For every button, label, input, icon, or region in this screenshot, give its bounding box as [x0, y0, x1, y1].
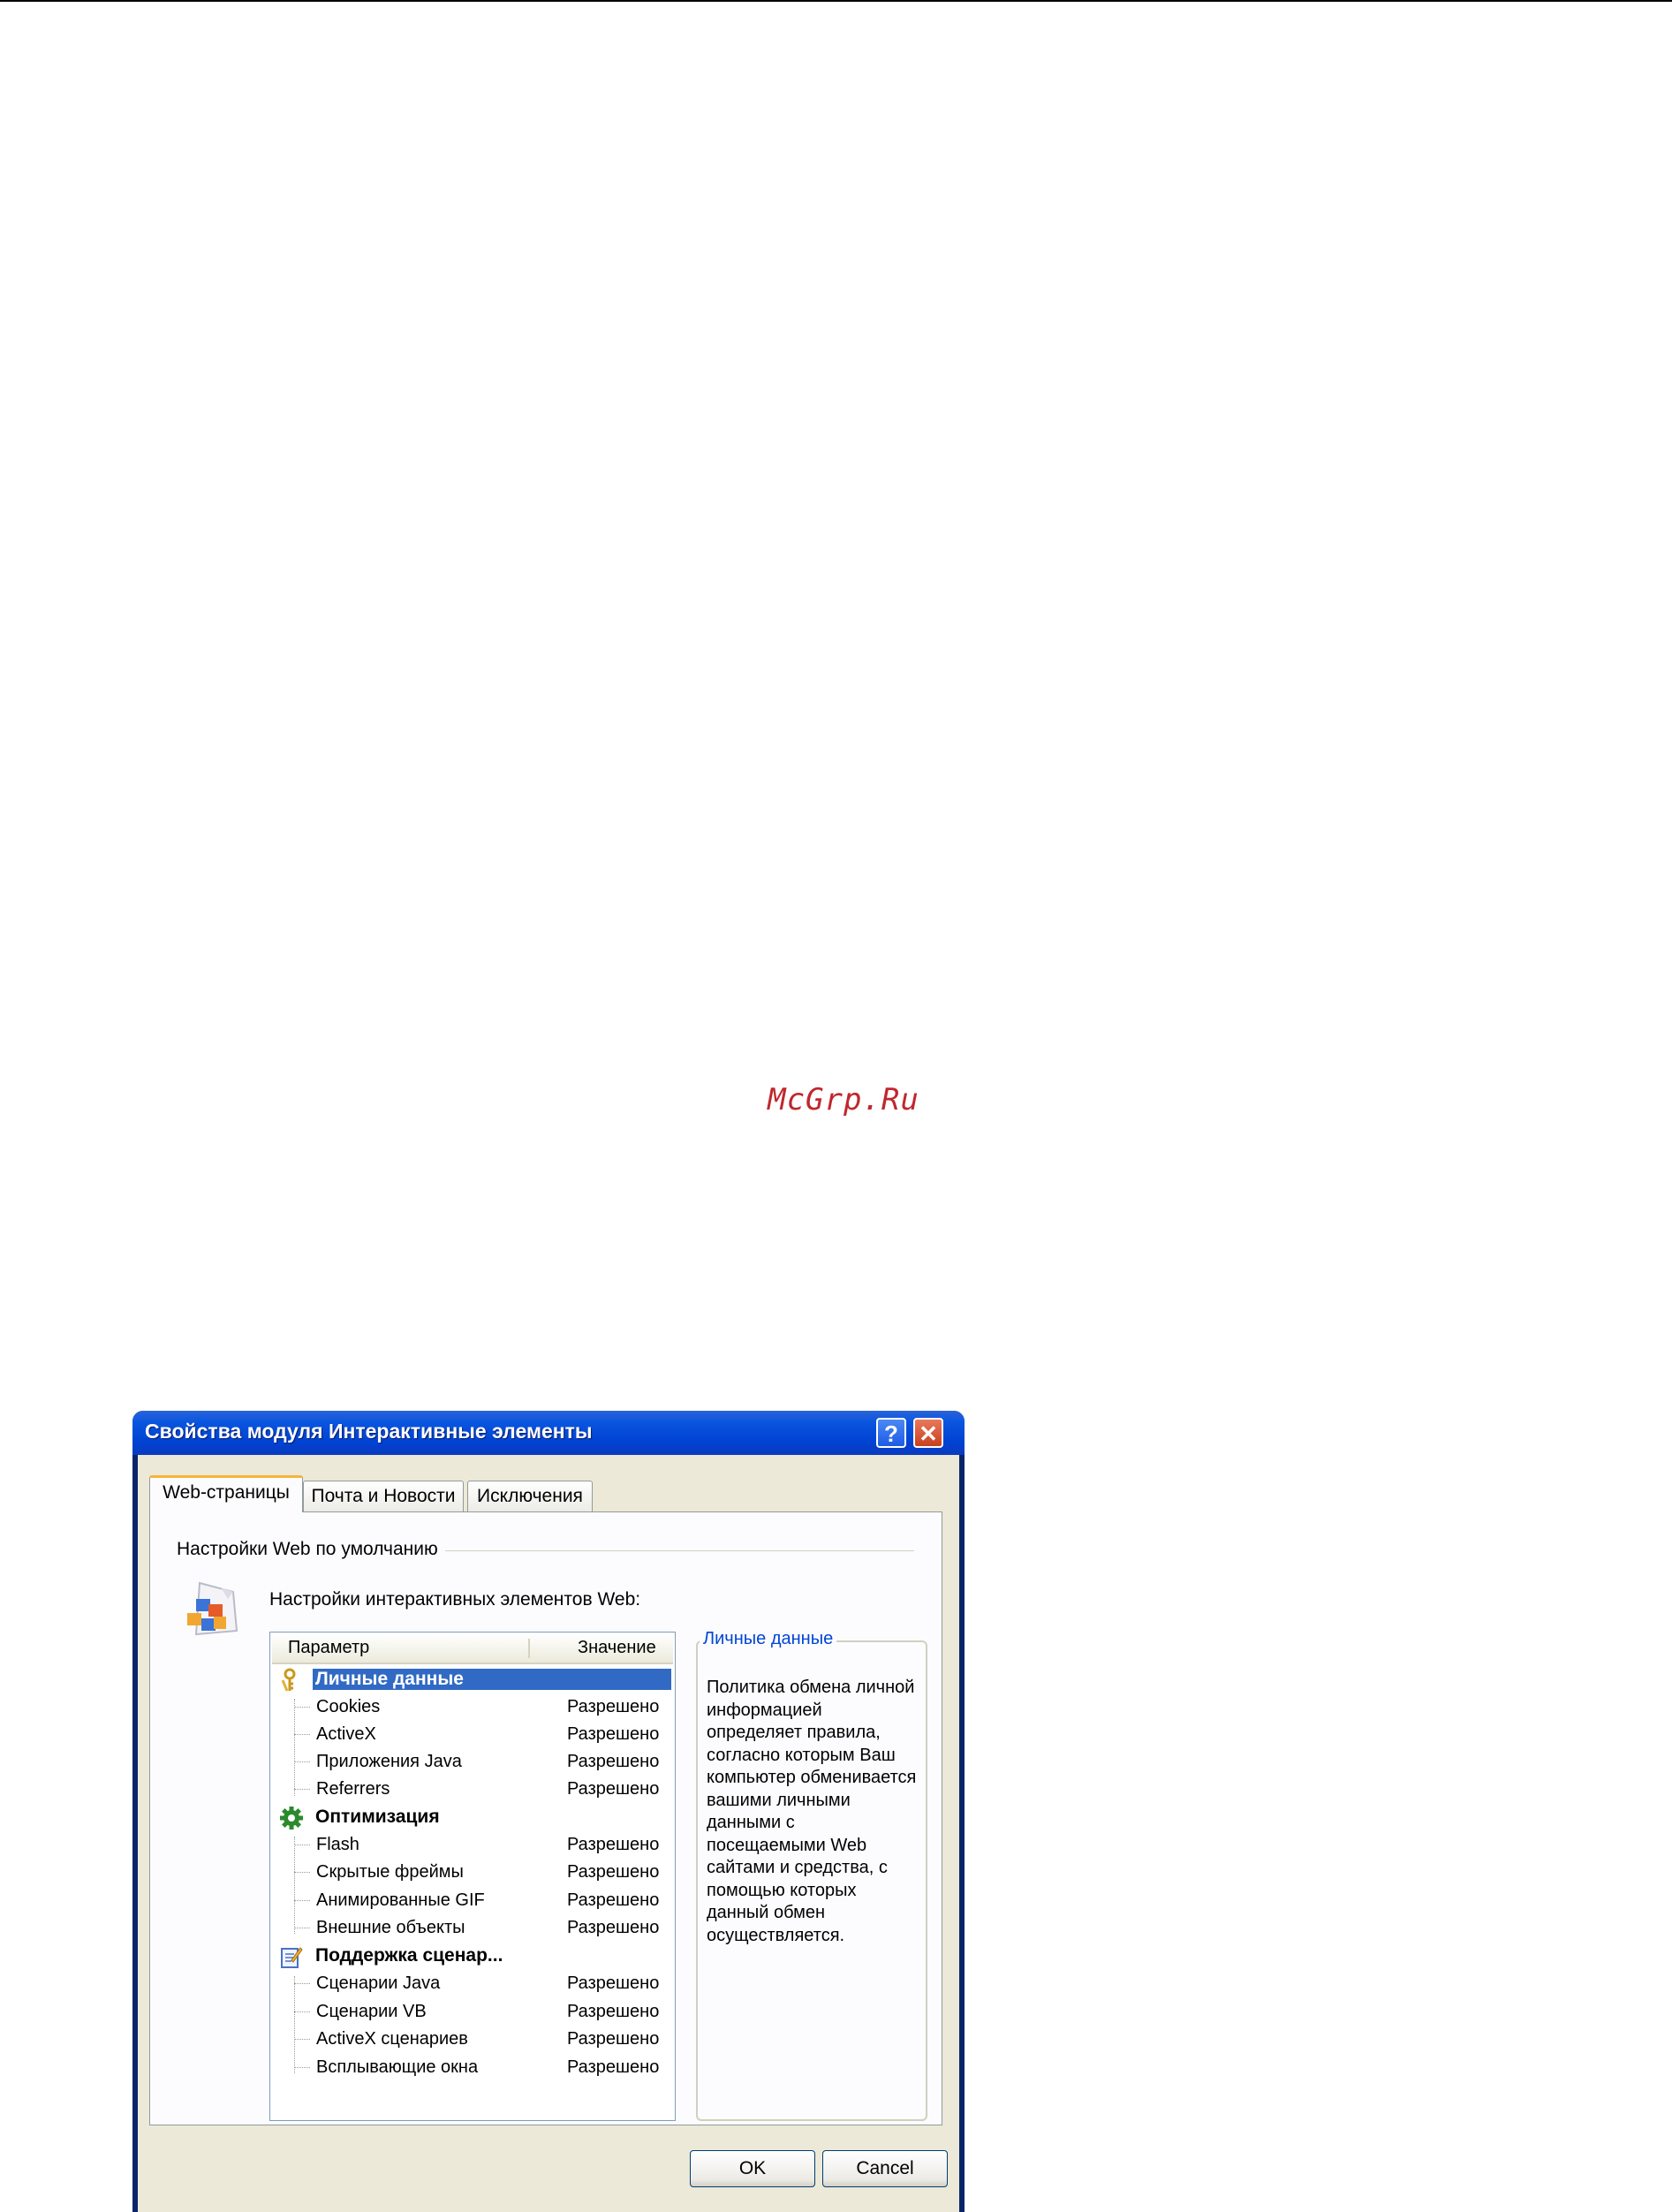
item-name: Приложения Java	[316, 1752, 462, 1771]
help-button[interactable]: ?	[876, 1418, 906, 1448]
column-divider[interactable]	[528, 1639, 530, 1658]
group-label: Настройки Web по умолчанию	[177, 1539, 445, 1560]
category-script-support[interactable]: Поддержка сценар...	[272, 1943, 673, 1970]
item-name: Сценарии VB	[316, 2002, 427, 2021]
item-name: Всплывающие окна	[316, 2057, 479, 2077]
item-value: Разрешено	[567, 1973, 660, 1993]
item-value: Разрешено	[567, 1862, 660, 1882]
tab-panel: Настройки Web по умолчанию Настройки инт…	[149, 1511, 942, 2125]
settings-subtitle: Настройки интерактивных элементов Web:	[269, 1589, 641, 1610]
category-label: Оптимизация	[315, 1807, 440, 1827]
web-elements-icon	[187, 1581, 238, 1636]
description-text: Политика обмена личной информацией опред…	[707, 1678, 917, 1945]
ok-button[interactable]: OK	[690, 2150, 815, 2187]
page-top-rule	[0, 0, 1672, 2]
gear-icon	[280, 1807, 303, 1829]
list-item[interactable]: Cookies Разрешено	[272, 1693, 673, 1721]
list-header: Параметр Значение	[272, 1634, 673, 1664]
watermark: McGrp.Ru	[768, 1082, 919, 1117]
item-name: ActiveX сценариев	[316, 2029, 468, 2049]
item-name: Анимированные GIF	[316, 1890, 485, 1910]
list-item[interactable]: Flash Разрешено	[272, 1831, 673, 1859]
item-name: Referrers	[316, 1779, 390, 1799]
category-optimization[interactable]: Оптимизация	[272, 1804, 673, 1831]
list-item[interactable]: ActiveX Разрешено	[272, 1721, 673, 1748]
item-value: Разрешено	[567, 1918, 660, 1937]
category-label: Поддержка сценар...	[315, 1945, 503, 1966]
title-bar[interactable]: Свойства модуля Интерактивные элементы ?…	[132, 1411, 965, 1455]
item-value: Разрешено	[567, 1779, 660, 1799]
list-item[interactable]: Внешние объекты Разрешено	[272, 1914, 673, 1942]
item-value: Разрешено	[567, 2029, 660, 2049]
list-item[interactable]: Анимированные GIF Разрешено	[272, 1887, 673, 1914]
item-value: Разрешено	[567, 1697, 660, 1716]
column-parameter[interactable]: Параметр	[288, 1638, 369, 1658]
item-name: Flash	[316, 1835, 359, 1854]
item-value: Разрешено	[567, 1890, 660, 1910]
item-name: Внешние объекты	[316, 1918, 465, 1937]
column-value[interactable]: Значение	[578, 1638, 656, 1658]
item-name: Скрытые фреймы	[316, 1862, 464, 1882]
item-name: Сценарии Java	[316, 1973, 441, 1993]
list-item[interactable]: Всплывающие окна Разрешено	[272, 2054, 673, 2081]
list-item[interactable]: Приложения Java Разрешено	[272, 1748, 673, 1776]
category-label: Личные данные	[312, 1668, 672, 1691]
properties-dialog: Свойства модуля Интерактивные элементы ?…	[132, 1411, 965, 2212]
tab-web-pages[interactable]: Web-страницы	[149, 1475, 303, 1512]
settings-list[interactable]: Параметр Значение Личные данные Cookies …	[269, 1632, 676, 2121]
keys-icon	[281, 1668, 296, 1692]
item-value: Разрешено	[567, 1724, 660, 1744]
list-item[interactable]: Сценарии VB Разрешено	[272, 1998, 673, 2026]
list-item[interactable]: ActiveX сценариев Разрешено	[272, 2026, 673, 2053]
list-item[interactable]: Скрытые фреймы Разрешено	[272, 1859, 673, 1886]
close-button[interactable]: ✕	[913, 1418, 943, 1448]
list-item[interactable]: Сценарии Java Разрешено	[272, 1970, 673, 1997]
description-title: Личные данные	[700, 1629, 837, 1649]
item-value: Разрешено	[567, 2057, 660, 2077]
script-icon	[281, 1947, 303, 1968]
category-personal-data[interactable]: Личные данные	[272, 1666, 673, 1693]
item-value: Разрешено	[567, 1752, 660, 1771]
list-item[interactable]: Referrers Разрешено	[272, 1776, 673, 1803]
tab-exceptions[interactable]: Исключения	[467, 1481, 593, 1512]
group-divider	[415, 1550, 914, 1551]
item-value: Разрешено	[567, 1835, 660, 1854]
cancel-button[interactable]: Cancel	[822, 2150, 948, 2187]
dialog-client-area: Web-страницы Почта и Новости Исключения …	[138, 1455, 959, 2212]
item-name: ActiveX	[316, 1724, 376, 1744]
item-value: Разрешено	[567, 2002, 660, 2021]
dialog-title: Свойства модуля Интерактивные элементы	[145, 1420, 593, 1443]
close-icon: ✕	[919, 1420, 938, 1447]
item-name: Cookies	[316, 1697, 381, 1716]
tab-mail-news[interactable]: Почта и Новости	[303, 1481, 464, 1512]
